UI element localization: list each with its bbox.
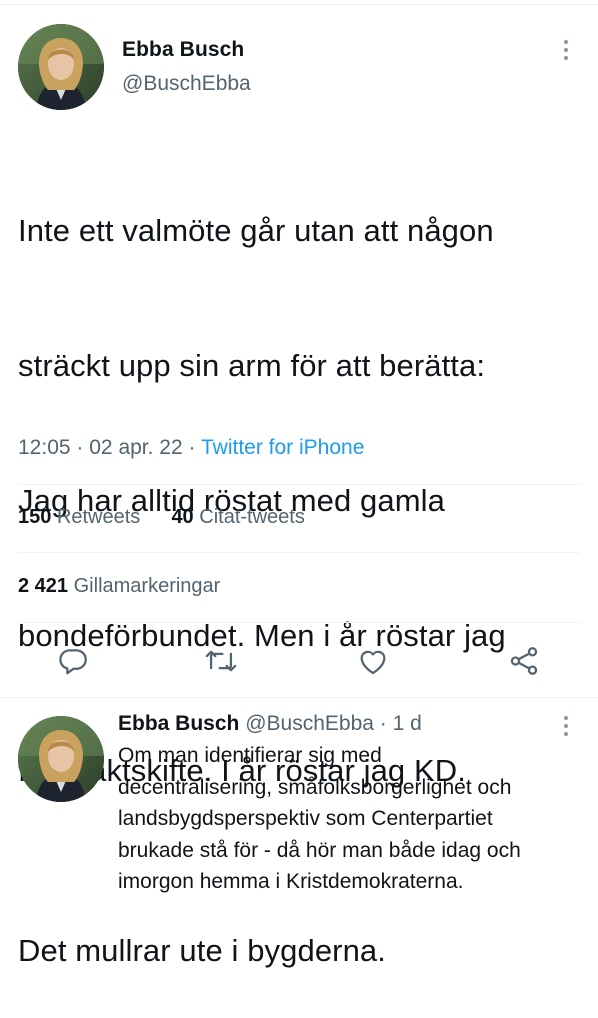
tweet-meta: 12:05 · 02 apr. 22 · Twitter for iPhone	[18, 436, 364, 460]
reply-more-options-icon[interactable]	[563, 716, 569, 740]
divider	[18, 552, 580, 553]
reply-text-line: brukade stå för - då hör man både idag o…	[118, 838, 521, 862]
quotes-label: Citat-tweets	[199, 506, 305, 528]
reply-text-line: landsbygdsperspektiv som Centerpartiet	[118, 807, 493, 830]
meta-separator: ·	[188, 436, 196, 459]
like-button[interactable]	[356, 644, 390, 678]
share-icon	[510, 647, 538, 675]
quotes-count: 40	[171, 506, 194, 528]
likes-label: Gillamarkeringar	[73, 575, 221, 597]
reply-text-line: imorgon hemma i Kristdemokraterna.	[118, 870, 464, 893]
tweet-text-line: Inte ett valmöte går utan att någon	[18, 213, 494, 248]
reply-author-handle[interactable]: @BuschEbba	[245, 712, 374, 735]
avatar-image	[18, 716, 104, 802]
avatar-image	[18, 24, 104, 110]
retweet-button[interactable]	[204, 644, 238, 678]
divider	[18, 622, 580, 623]
likes-count: 2 421	[18, 575, 69, 597]
quotes-stat[interactable]: 40 Citat-tweets	[171, 506, 304, 528]
tweet-text-line: Det mullrar ute i bygderna.	[18, 933, 386, 968]
retweets-label: Retweets	[56, 506, 141, 528]
reply-author-name[interactable]: Ebba Busch	[118, 712, 239, 735]
author-avatar[interactable]	[18, 24, 104, 110]
likes-stat[interactable]: 2 421 Gillamarkeringar	[18, 575, 220, 598]
author-handle[interactable]: @BuschEbba	[122, 72, 251, 96]
retweet-icon	[205, 650, 237, 672]
top-divider	[0, 4, 598, 5]
tweet-text-line: sträckt upp sin arm för att berätta:	[18, 348, 486, 383]
retweet-stats: 150 Retweets 40 Citat-tweets	[18, 506, 305, 529]
reply-text-line: decentralisering, småfolksborgerlighet o…	[118, 775, 512, 799]
like-icon	[360, 650, 386, 675]
reply-text: Om man identifierar sig med decentralise…	[118, 740, 578, 898]
divider	[0, 697, 598, 698]
retweets-count: 150	[18, 506, 52, 528]
author-name[interactable]: Ebba Busch	[122, 38, 244, 62]
reply-text-line: Om man identifierar sig med	[118, 744, 382, 767]
more-options-icon[interactable]	[563, 40, 569, 64]
reply-button[interactable]	[56, 644, 90, 678]
divider	[18, 484, 580, 485]
reply-author-avatar[interactable]	[18, 716, 104, 802]
tweet-date[interactable]: 02 apr. 22	[89, 436, 182, 459]
reply-icon	[59, 649, 87, 675]
tweet-source-link[interactable]: Twitter for iPhone	[201, 436, 364, 459]
meta-separator: ·	[76, 436, 84, 459]
share-button[interactable]	[507, 644, 541, 678]
reply-separator: ·	[379, 712, 387, 735]
reply-age[interactable]: 1 d	[393, 712, 422, 735]
tweet-time[interactable]: 12:05	[18, 436, 71, 459]
retweets-stat[interactable]: 150 Retweets	[18, 506, 146, 528]
reply-header: Ebba Busch @BuschEbba · 1 d	[118, 712, 422, 736]
action-bar	[0, 644, 598, 678]
